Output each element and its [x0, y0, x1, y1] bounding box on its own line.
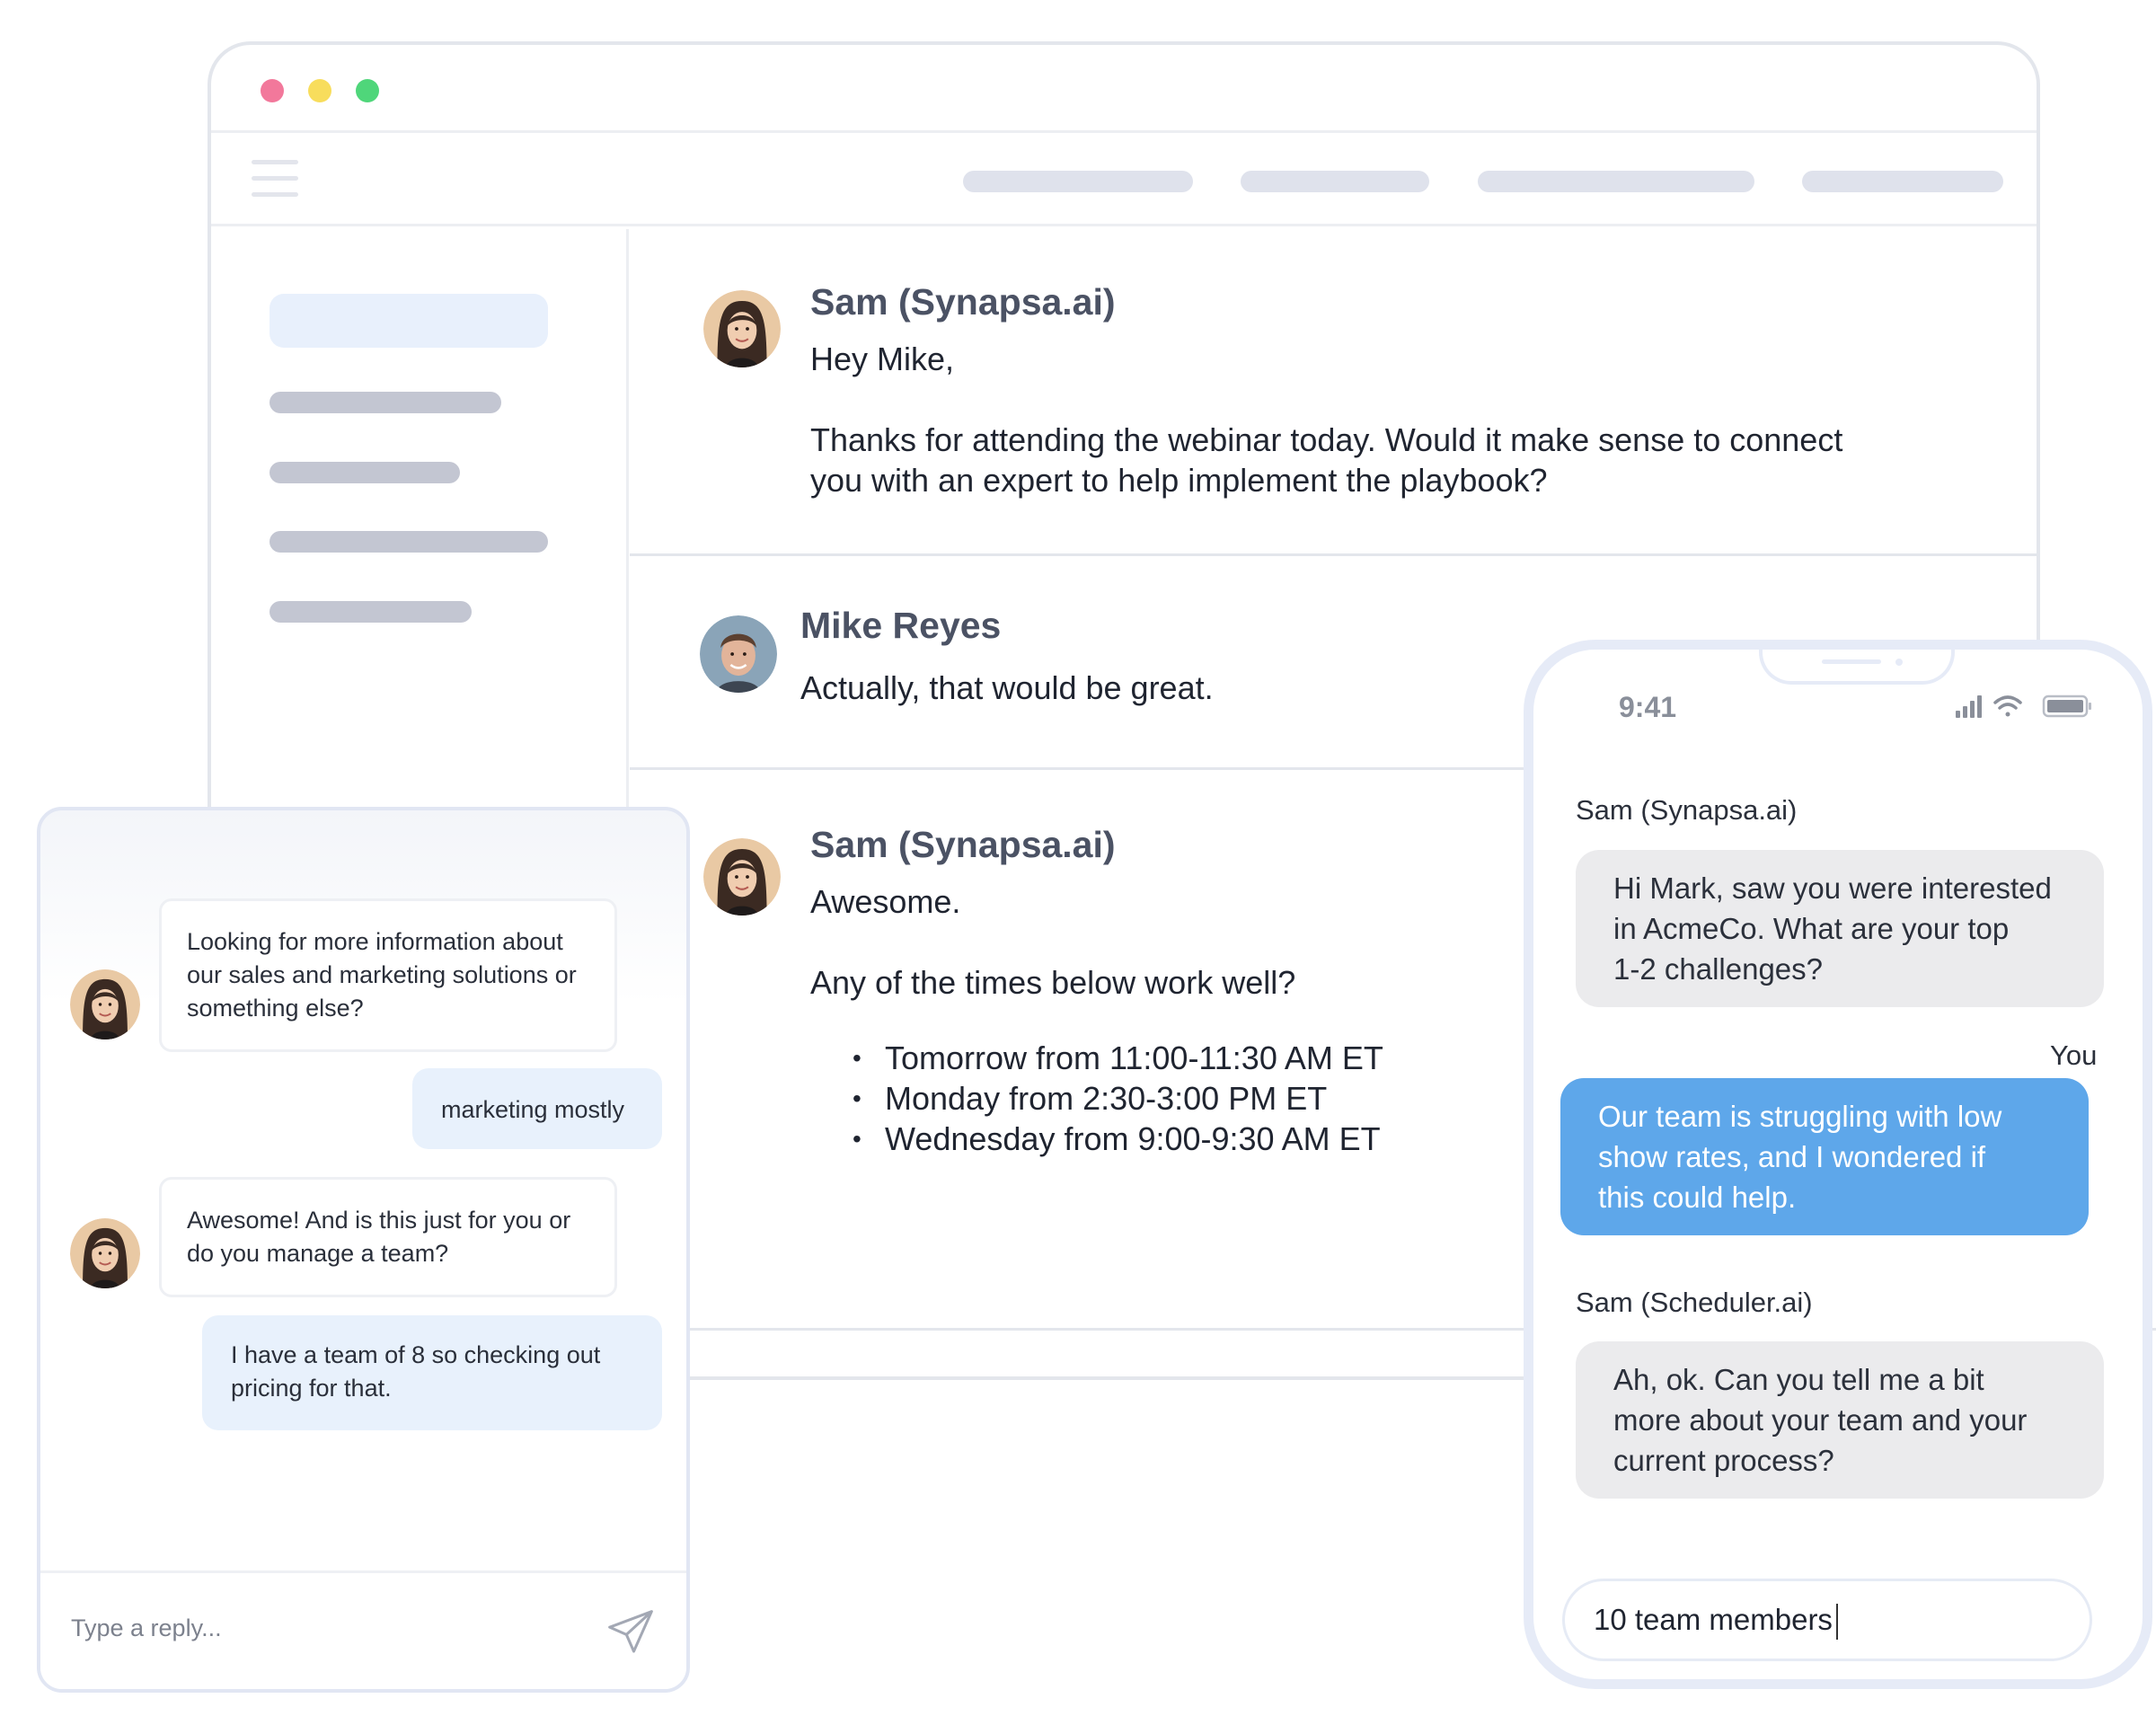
- status-time: 9:41: [1619, 691, 1677, 723]
- sidebar-item-placeholder[interactable]: [270, 462, 460, 483]
- avatar: [70, 1218, 140, 1288]
- user-message: I have a team of 8 so checking out prici…: [202, 1315, 662, 1430]
- wifi-icon: [1993, 695, 2022, 717]
- message-body: Actually, that would be great.: [800, 669, 1214, 706]
- sidebar-item-active[interactable]: [270, 294, 548, 348]
- incoming-message: Hi Mark, saw you were interested in Acme…: [1576, 850, 2104, 1007]
- message-body: Awesome. Any of the times below work wel…: [810, 883, 1296, 1001]
- message-body: Hey Mike, Thanks for attending the webin…: [810, 341, 1843, 499]
- avatar: [703, 838, 781, 916]
- bot-message: Awesome! And is this just for you or do …: [159, 1177, 617, 1297]
- time-options-list: Tomorrow from 11:00-11:30 AM ET Monday f…: [853, 1038, 1383, 1159]
- message-input[interactable]: 10 team members: [1562, 1579, 2092, 1661]
- incoming-message: Ah, ok. Can you tell me a bit more about…: [1576, 1341, 2104, 1499]
- sidebar-item-placeholder[interactable]: [270, 392, 501, 413]
- phone-frame: 9:41 Sam (Synapsa.ai) Hi Mark, saw you w…: [1524, 640, 2152, 1689]
- message-input-value: 10 team members: [1594, 1603, 1833, 1636]
- text-cursor: [1835, 1604, 1838, 1641]
- paper-plane-icon[interactable]: [605, 1607, 656, 1658]
- close-window-dot[interactable]: [261, 79, 284, 102]
- sender-label: Sam (Synapsa.ai): [1576, 794, 1798, 826]
- sidebar-item-placeholder[interactable]: [270, 531, 548, 553]
- message-sender: Sam (Synapsa.ai): [810, 281, 1116, 323]
- battery-icon: [2042, 694, 2091, 718]
- maximize-window-dot[interactable]: [356, 79, 379, 102]
- time-option[interactable]: Tomorrow from 11:00-11:30 AM ET: [853, 1038, 1383, 1078]
- nav-placeholder-4[interactable]: [1802, 171, 2003, 192]
- message-sender: Mike Reyes: [800, 605, 1002, 646]
- avatar: [70, 969, 140, 1039]
- sidebar-item-placeholder[interactable]: [270, 601, 472, 623]
- chat-widget: Looking for more information about our s…: [37, 807, 690, 1693]
- you-label: You: [2050, 1039, 2098, 1071]
- avatar: [703, 290, 781, 367]
- hamburger-menu-icon[interactable]: [252, 160, 298, 198]
- nav-placeholder-2[interactable]: [1241, 171, 1429, 192]
- message-thread-item: Sam (Synapsa.ai) Hey Mike, Thanks for at…: [630, 229, 2037, 556]
- sender-label: Sam (Scheduler.ai): [1576, 1287, 1813, 1318]
- window-titlebar: [211, 45, 2037, 133]
- time-option[interactable]: Monday from 2:30-3:00 PM ET: [853, 1078, 1383, 1119]
- reply-input[interactable]: Type a reply...: [71, 1614, 222, 1642]
- minimize-window-dot[interactable]: [308, 79, 331, 102]
- message-sender: Sam (Synapsa.ai): [810, 824, 1116, 865]
- nav-placeholder-3[interactable]: [1478, 171, 1754, 192]
- avatar: [700, 615, 777, 693]
- user-message: marketing mostly: [412, 1068, 662, 1149]
- reply-input-bar: Type a reply...: [40, 1570, 686, 1689]
- outgoing-message: Our team is struggling with low show rat…: [1560, 1078, 2089, 1235]
- nav-placeholder-1[interactable]: [963, 171, 1193, 192]
- bot-message: Looking for more information about our s…: [159, 898, 617, 1052]
- app-toolbar: [211, 133, 2037, 226]
- time-option[interactable]: Wednesday from 9:00-9:30 AM ET: [853, 1119, 1383, 1159]
- status-icons: [1956, 694, 2091, 718]
- phone-notch: [1759, 650, 1955, 685]
- signal-icon: [1956, 695, 1982, 718]
